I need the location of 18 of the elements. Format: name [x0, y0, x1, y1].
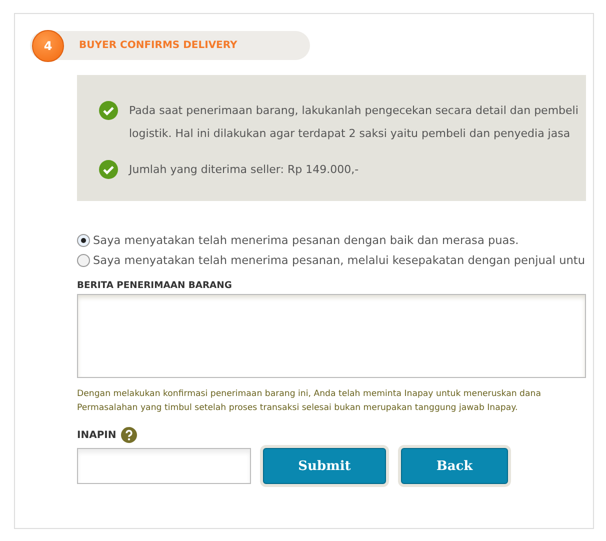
submit-button[interactable]: Submit: [263, 448, 386, 484]
radio-label: Saya menyatakan telah menerima pesanan dengan baik dan merasa puas.: [93, 234, 519, 247]
note-text: Dengan melakukan konfirmasi penerimaan barang ini, Anda telah meminta Inapay untuk meneruskan dana Permasalahan yang timbul setelah proses transaksi selesai bukan merupakan tanggung jawab Inapay.: [77, 388, 542, 415]
check-icon: [99, 160, 118, 179]
field-label: INAPIN: [77, 430, 116, 440]
step-title: BUYER CONFIRMS DELIVERY: [79, 40, 238, 51]
radio-button[interactable]: [77, 254, 90, 267]
field-label: BERITA PENERIMAAN BARANG: [77, 280, 233, 291]
pin-field[interactable]: [77, 448, 251, 484]
back-button[interactable]: Back: [401, 448, 508, 484]
radio-button[interactable]: [77, 234, 90, 247]
step-number: 4: [32, 30, 64, 62]
check-icon: [99, 101, 118, 120]
help-icon[interactable]: [121, 427, 138, 443]
message-field[interactable]: [77, 294, 586, 378]
info-text: Jumlah yang diterima seller: Rp 149.000,-: [129, 162, 359, 178]
info-text: Pada saat penerimaan barang, lakukanlah pengecekan secara detail dan pembeli logistik. Hal ini dilakukan agar terdapat 2 saksi yaitu pembeli dan penyedia jasa: [129, 103, 578, 142]
radio-label: Saya menyatakan telah menerima pesanan, melalui kesepakatan dengan penjual untu: [93, 254, 585, 267]
